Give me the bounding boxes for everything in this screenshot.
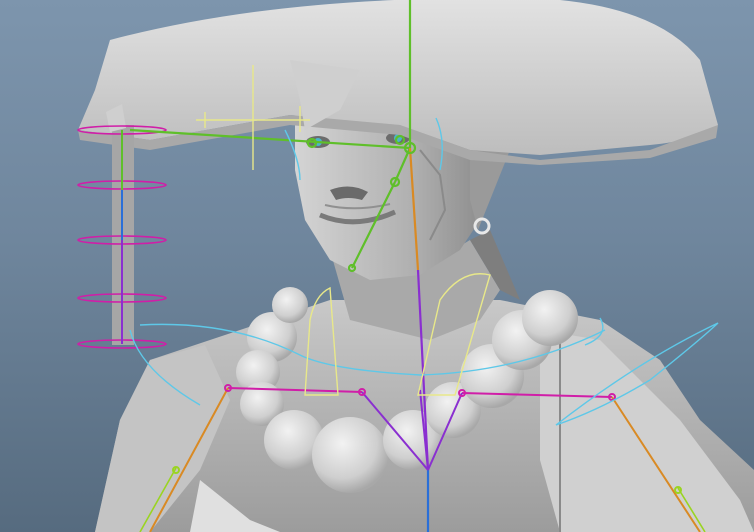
3d-viewport[interactable] — [0, 0, 754, 532]
scene-render — [77, 0, 754, 532]
